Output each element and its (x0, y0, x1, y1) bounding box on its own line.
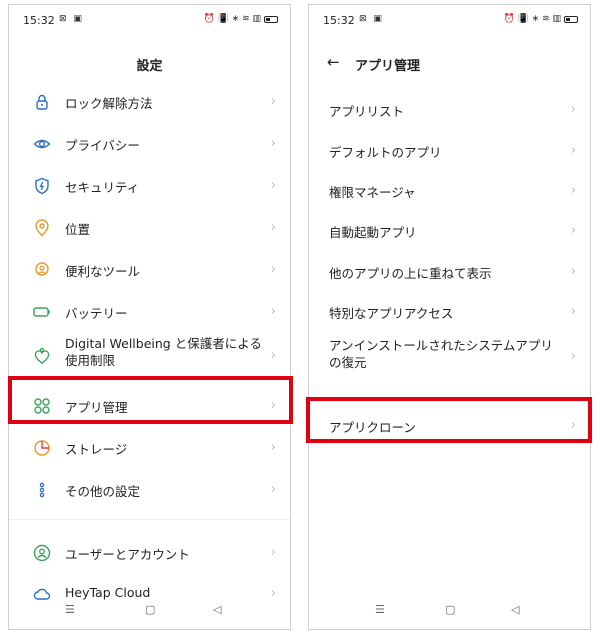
status-time: 15:32 (23, 14, 55, 27)
settings-item-label: Digital Wellbeing と保護者による使用制限 (65, 336, 262, 368)
notification-icons: ⊠ ▣ (59, 14, 84, 24)
app-mgmt-item-permission-manager[interactable]: 権限マネージャ › (309, 170, 590, 212)
settings-item-label: ロック解除方法 (65, 96, 153, 111)
chevron-right-icon: › (570, 349, 576, 364)
storage-pie-icon (34, 440, 50, 456)
settings-item-label: ユーザーとアカウント (65, 547, 190, 562)
app-mgmt-item-label: 他のアプリの上に重ねて表示 (329, 266, 492, 281)
back-icon[interactable]: ◁ (511, 603, 519, 616)
app-mgmt-item-default-apps[interactable]: デフォルトのアプリ › (309, 130, 590, 172)
chevron-right-icon: › (270, 220, 276, 235)
chevron-right-icon: › (270, 348, 276, 363)
settings-item-other[interactable]: その他の設定 › (9, 469, 290, 511)
chevron-right-icon: › (270, 136, 276, 151)
app-management-screen: 15:32 ⊠ ▣ ⏰ 📳 ∗ ≋ ▥ ← アプリ管理 アプリリスト › デフォ… (308, 4, 591, 630)
home-icon[interactable]: ▢ (145, 603, 155, 616)
app-bar: ← アプリ管理 (309, 53, 590, 75)
settings-item-location[interactable]: 位置 › (9, 207, 290, 249)
highlight-box-app-management (8, 376, 293, 424)
notification-icons: ⊠ ▣ (359, 14, 384, 24)
settings-item-security[interactable]: セキュリティ › (9, 165, 290, 207)
chevron-right-icon: › (570, 223, 576, 238)
chevron-right-icon: › (570, 264, 576, 279)
chevron-right-icon: › (570, 304, 576, 319)
status-time: 15:32 (323, 14, 355, 27)
settings-item-unlock[interactable]: ロック解除方法 › (9, 81, 290, 123)
page-title: 設定 (136, 59, 163, 74)
system-icons: ⏰ 📳 ∗ ≋ ▥ (504, 14, 578, 24)
settings-item-label: 位置 (65, 222, 91, 237)
app-mgmt-item-label: アプリリスト (329, 104, 405, 119)
shield-icon (35, 177, 49, 195)
settings-item-label: その他の設定 (65, 484, 141, 499)
status-icons-text: ⏰ 📳 ∗ ≋ ▥ (203, 14, 261, 24)
chevron-right-icon: › (570, 102, 576, 117)
app-mgmt-item-label: アンインストールされたシステムアプリの復元 (329, 338, 553, 370)
tools-icon (35, 262, 49, 276)
settings-item-digital-wellbeing[interactable]: Digital Wellbeing と保護者による使用制限 › (9, 331, 290, 381)
chevron-right-icon: › (270, 262, 276, 277)
settings-item-label: ストレージ (65, 442, 128, 457)
user-icon (33, 544, 51, 562)
back-arrow-icon[interactable]: ← (327, 53, 340, 71)
menu-icon[interactable]: ☰ (375, 603, 385, 616)
battery-icon (33, 307, 50, 317)
chevron-right-icon: › (270, 94, 276, 109)
settings-item-battery[interactable]: バッテリー › (9, 291, 290, 333)
settings-item-label: プライバシー (65, 138, 140, 153)
app-mgmt-item-label: 権限マネージャ (329, 185, 416, 200)
system-icons: ⏰ 📳 ∗ ≋ ▥ (204, 14, 278, 24)
status-bar: 15:32 ⊠ ▣ ⏰ 📳 ∗ ≋ ▥ (9, 5, 290, 37)
chevron-right-icon: › (570, 143, 576, 158)
app-mgmt-item-label: 特別なアプリアクセス (329, 306, 454, 321)
settings-item-label: 便利なツール (65, 264, 141, 279)
highlight-box-app-clone (306, 397, 592, 443)
home-icon[interactable]: ▢ (445, 603, 455, 616)
app-mgmt-item-label: 自動起動アプリ (329, 225, 417, 240)
app-mgmt-item-label: デフォルトのアプリ (329, 145, 442, 160)
location-pin-icon (35, 219, 49, 237)
battery-status-icon (564, 15, 578, 23)
app-mgmt-item-display-over-apps[interactable]: 他のアプリの上に重ねて表示 › (309, 251, 590, 293)
settings-screen: 15:32 ⊠ ▣ ⏰ 📳 ∗ ≋ ▥ 設定 ロック解除方法 › プライバシー (8, 4, 291, 630)
settings-item-label: HeyTap Cloud (65, 585, 151, 600)
navigation-bar: ☰ ▢ ◁ (9, 603, 290, 617)
navigation-bar: ☰ ▢ ◁ (309, 603, 590, 617)
page-title: アプリ管理 (355, 59, 421, 74)
chevron-right-icon: › (270, 440, 276, 455)
app-mgmt-item-app-list[interactable]: アプリリスト › (309, 89, 590, 131)
chevron-right-icon: › (270, 545, 276, 560)
back-icon[interactable]: ◁ (213, 603, 221, 616)
app-mgmt-item-auto-start[interactable]: 自動起動アプリ › (309, 210, 590, 252)
settings-item-storage[interactable]: ストレージ › (9, 427, 290, 469)
chevron-right-icon: › (270, 482, 276, 497)
chevron-right-icon: › (270, 178, 276, 193)
section-divider (9, 519, 290, 520)
menu-icon[interactable]: ☰ (65, 603, 75, 616)
app-mgmt-item-special-access[interactable]: 特別なアプリアクセス › (309, 291, 590, 333)
privacy-eye-icon (33, 139, 51, 149)
cloud-icon (33, 588, 51, 600)
lock-icon (36, 94, 48, 110)
settings-item-label: セキュリティ (65, 180, 140, 195)
chevron-right-icon: › (270, 586, 276, 601)
battery-status-icon (264, 15, 278, 23)
status-bar: 15:32 ⊠ ▣ ⏰ 📳 ∗ ≋ ▥ (309, 5, 590, 37)
chevron-right-icon: › (270, 304, 276, 319)
app-mgmt-item-restore-system-apps[interactable]: アンインストールされたシステムアプリの復元 › (309, 333, 590, 383)
settings-item-users-accounts[interactable]: ユーザーとアカウント › (9, 532, 290, 574)
settings-item-tools[interactable]: 便利なツール › (9, 249, 290, 291)
status-icons-text: ⏰ 📳 ∗ ≋ ▥ (503, 14, 561, 24)
chevron-right-icon: › (570, 183, 576, 198)
heart-person-icon (34, 347, 50, 364)
settings-item-privacy[interactable]: プライバシー › (9, 123, 290, 165)
settings-item-label: バッテリー (65, 306, 128, 321)
more-dots-icon (39, 482, 45, 498)
